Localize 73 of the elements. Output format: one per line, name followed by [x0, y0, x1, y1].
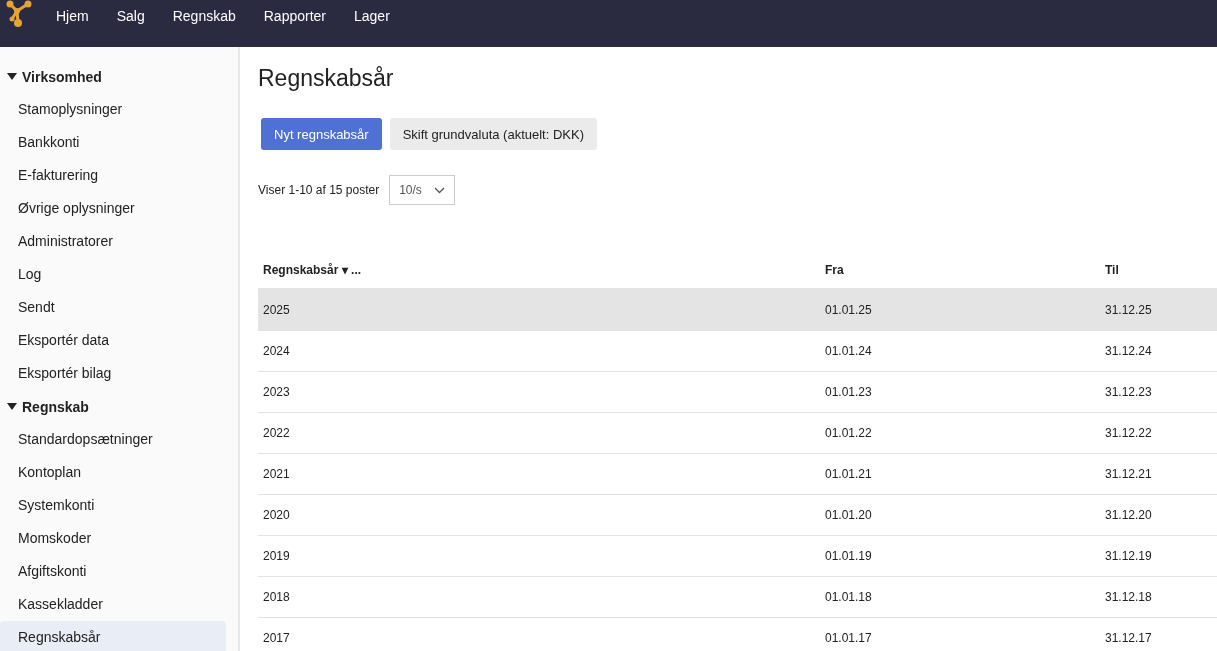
column-header[interactable]: Regnskabsår ▾ ...: [258, 262, 820, 277]
sidebar-item[interactable]: Eksportér data: [0, 324, 226, 357]
table-row[interactable]: 2023 01.01.23 31.12.23: [258, 372, 1217, 413]
page-size-select[interactable]: 10/s: [389, 175, 455, 205]
table-row[interactable]: 2024 01.01.24 31.12.24: [258, 331, 1217, 372]
sidebar-item[interactable]: Sendt: [0, 291, 226, 324]
sidebar-item[interactable]: Eksportér bilag: [0, 357, 226, 390]
table-cell-text: 01.01.19: [824, 549, 873, 563]
sidebar-item[interactable]: Administratorer: [0, 225, 226, 258]
table-row[interactable]: 2019 01.01.19 31.12.19: [258, 536, 1217, 577]
group-label: Virksomhed: [22, 68, 102, 85]
table-cell-text: 31.12.22: [1104, 426, 1153, 440]
column-header[interactable]: Fra: [820, 262, 1100, 277]
table-cell-text: 31.12.18: [1104, 590, 1153, 604]
table-cell-text: 2024: [262, 344, 291, 358]
caret-icon: [7, 402, 17, 411]
table-cell-text: 2022: [262, 426, 291, 440]
table-cell-text: 2017: [262, 631, 291, 645]
sidebar-item[interactable]: Kassekladder: [0, 588, 226, 621]
sidebar-group[interactable]: Virksomhed: [0, 60, 238, 93]
table-row[interactable]: 2025 01.01.25 31.12.25: [258, 290, 1217, 331]
action-button[interactable]: Skift grundvaluta (aktuelt: DKK): [389, 118, 597, 150]
sidebar-item[interactable]: Systemkonti: [0, 489, 226, 522]
nav-link[interactable]: Salg: [116, 8, 145, 24]
table-cell-text: 01.01.25: [824, 303, 873, 317]
table-row[interactable]: 2021 01.01.21 31.12.21: [258, 454, 1217, 495]
group-label: Regnskab: [22, 398, 89, 415]
table-cell-text: 01.01.22: [824, 426, 873, 440]
nav-link[interactable]: Rapporter: [263, 8, 326, 24]
table-cell-text: 01.01.18: [824, 590, 873, 604]
table-cell-text: 31.12.21: [1104, 467, 1153, 481]
table-cell-text: 31.12.23: [1104, 385, 1153, 399]
sidebar-item[interactable]: Regnskabsår: [0, 621, 226, 651]
sidebar-item[interactable]: Kontoplan: [0, 456, 226, 489]
table-cell-text: 31.12.17: [1104, 631, 1153, 645]
table-row[interactable]: 2017 01.01.17 31.12.17: [258, 618, 1217, 651]
table-cell-text: 01.01.21: [824, 467, 873, 481]
table-cell-text: 01.01.24: [824, 344, 873, 358]
nav-link[interactable]: Regnskab: [172, 8, 236, 24]
table-cell-text: 01.01.17: [824, 631, 873, 645]
nav-link[interactable]: Lager: [354, 8, 390, 24]
table-cell-text: 31.12.24: [1104, 344, 1153, 358]
page-title: Regnskabsår: [258, 65, 395, 92]
sidebar-item[interactable]: Afgiftskonti: [0, 555, 226, 588]
table-cell-text: 2025: [262, 303, 291, 317]
table-cell-text: 2021: [262, 467, 291, 481]
sidebar-item[interactable]: Bankkonti: [0, 126, 226, 159]
column-header[interactable]: Til: [1100, 262, 1217, 277]
sidebar-item[interactable]: E-fakturering: [0, 159, 226, 192]
sidebar-item[interactable]: Log: [0, 258, 226, 291]
table-row[interactable]: 2022 01.01.22 31.12.22: [258, 413, 1217, 454]
table-cell-text: 2023: [262, 385, 291, 399]
table-cell-text: 2018: [262, 590, 291, 604]
table-cell-text: 31.12.19: [1104, 549, 1153, 563]
table-cell-text: 2020: [262, 508, 291, 522]
table-row[interactable]: 2018 01.01.18 31.12.18: [258, 577, 1217, 618]
table-row[interactable]: 2020 01.01.20 31.12.20: [258, 495, 1217, 536]
action-button[interactable]: Nyt regnskabsår: [261, 118, 382, 150]
paging-info: Viser 1-10 af 15 poster: [258, 183, 380, 197]
table-cell-text: 01.01.20: [824, 508, 873, 522]
nav-link[interactable]: Hjem: [56, 8, 89, 24]
sidebar-item[interactable]: Stamoplysninger: [0, 93, 226, 126]
sidebar-group[interactable]: Regnskab: [0, 390, 238, 423]
table-cell-text: 2019: [262, 549, 291, 563]
table-cell-text: 31.12.20: [1104, 508, 1153, 522]
sidebar-item[interactable]: Øvrige oplysninger: [0, 192, 226, 225]
sidebar-item[interactable]: Standardopsætninger: [0, 423, 226, 456]
logo-icon[interactable]: [6, 0, 34, 28]
chevron-down-icon: [433, 186, 445, 194]
table-cell-text: 31.12.25: [1104, 303, 1153, 317]
sidebar-item[interactable]: Momskoder: [0, 522, 226, 555]
caret-icon: [7, 72, 17, 81]
table-cell-text: 01.01.23: [824, 385, 873, 399]
